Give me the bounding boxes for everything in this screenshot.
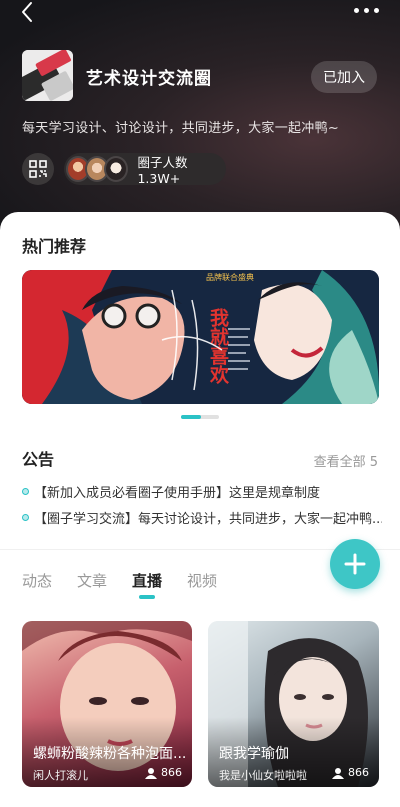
tab-articles[interactable]: 文章 [77, 570, 107, 591]
content-card: 热门推荐 品牌联合盛典 我就喜欢 公告 查看全部 5 【新加入成员必看圈子使用手… [0, 212, 400, 807]
group-description: 每天学习设计、讨论设计，共同进步，大家一起冲鸭~ [22, 121, 340, 136]
plus-icon [344, 553, 366, 575]
notice-item[interactable]: 【新加入成员必看圈子使用手册】这里是规章制度 [22, 482, 382, 501]
view-all-link[interactable]: 查看全部 5 [314, 451, 378, 470]
live-author: 闲人打滚儿 [33, 769, 88, 782]
live-views: 866 [145, 766, 182, 779]
group-header: 艺术设计交流圈 已加入 每天学习设计、讨论设计，共同进步，大家一起冲鸭~ 圈子人… [0, 0, 400, 240]
live-card[interactable]: 跟我学瑜伽 我是小仙女啦啦啦 866 [208, 621, 379, 787]
member-strip[interactable]: 圈子人数 1.3W+ [64, 153, 226, 186]
group-title: 艺术设计交流圈 [86, 69, 212, 89]
viewer-icon [145, 767, 157, 779]
banner-slogan: 我就喜欢 [207, 308, 230, 385]
live-card[interactable]: 螺蛳粉酸辣粉各种泡面... 闲人打滚儿 866 [22, 621, 192, 787]
bullet-icon [22, 514, 29, 521]
tab-feed[interactable]: 动态 [22, 570, 52, 591]
recommend-banner[interactable]: 品牌联合盛典 我就喜欢 [22, 270, 379, 404]
recommend-title: 热门推荐 [22, 237, 87, 256]
member-count: 圈子人数 1.3W+ [137, 155, 188, 186]
notice-text: 【圈子学习交流】每天讨论设计，共同进步，大家一起冲鸭... [34, 512, 382, 527]
banner-pager-active [181, 415, 201, 419]
joined-button[interactable]: 已加入 [311, 61, 377, 93]
group-avatar [22, 50, 73, 101]
viewer-icon [332, 767, 344, 779]
notice-item[interactable]: 【圈子学习交流】每天讨论设计，共同进步，大家一起冲鸭... [22, 508, 382, 527]
notice-title: 公告 [22, 450, 55, 469]
tab-live[interactable]: 直播 [132, 570, 162, 599]
tab-videos[interactable]: 视频 [187, 570, 217, 591]
banner-headline: 品牌联合盛典 [206, 272, 254, 282]
qr-code-icon[interactable] [22, 153, 54, 185]
back-arrow-icon[interactable] [14, 0, 42, 26]
live-title: 跟我学瑜伽 [219, 746, 289, 762]
bullet-icon [22, 488, 29, 495]
live-title: 螺蛳粉酸辣粉各种泡面... [33, 746, 185, 762]
live-views: 866 [332, 766, 369, 779]
add-post-button[interactable] [330, 539, 380, 589]
content-tabs: 动态 文章 直播 视频 [22, 570, 217, 599]
notice-text: 【新加入成员必看圈子使用手册】这里是规章制度 [34, 486, 321, 501]
avatar [104, 156, 129, 182]
live-author: 我是小仙女啦啦啦 [219, 769, 307, 782]
more-dots-icon[interactable] [354, 3, 382, 17]
banner-pager [181, 415, 219, 419]
tab-underline [139, 595, 156, 599]
